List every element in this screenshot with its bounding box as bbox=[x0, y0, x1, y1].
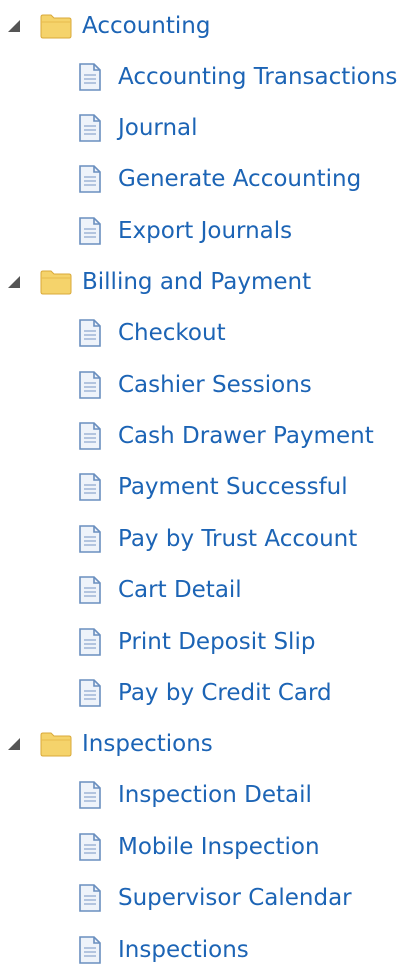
page-icon bbox=[79, 473, 101, 502]
tree-group-inspections: Inspections Inspection Detail Mobile Ins… bbox=[0, 719, 417, 975]
tree-item-label: Payment Successful bbox=[118, 474, 348, 501]
page-icon bbox=[79, 217, 101, 245]
tree-folder-label: Billing and Payment bbox=[82, 269, 312, 296]
tree-item-inspection-detail[interactable]: Inspection Detail bbox=[0, 770, 417, 821]
tree-item-label: Cashier Sessions bbox=[118, 371, 312, 398]
page-icon bbox=[79, 165, 101, 194]
page-icon bbox=[79, 832, 101, 861]
tree-folder-inspections[interactable]: Inspections bbox=[0, 719, 417, 770]
tree-folder-label: Accounting bbox=[82, 12, 211, 39]
page-icon bbox=[79, 370, 101, 399]
tree-item-mobile-inspection[interactable]: Mobile Inspection bbox=[0, 821, 417, 872]
page-icon bbox=[79, 62, 101, 91]
tree-item-print-deposit-slip[interactable]: Print Deposit Slip bbox=[0, 616, 417, 667]
tree-folder-billing-and-payment[interactable]: Billing and Payment bbox=[0, 257, 417, 308]
page-icon bbox=[79, 114, 101, 142]
tree-item-payment-successful[interactable]: Payment Successful bbox=[0, 462, 417, 513]
tree-folder-accounting[interactable]: Accounting bbox=[0, 0, 417, 51]
tree-item-label: Cart Detail bbox=[118, 577, 242, 604]
tree-item-label: Cash Drawer Payment bbox=[118, 423, 374, 450]
tree-item-label: Supervisor Calendar bbox=[118, 885, 352, 912]
tree-item-pay-by-credit-card[interactable]: Pay by Credit Card bbox=[0, 667, 417, 718]
tree-item-label: Inspection Detail bbox=[118, 782, 312, 809]
tree-item-label: Generate Accounting bbox=[118, 166, 362, 193]
tree-item-label: Accounting Transactions bbox=[118, 63, 398, 90]
expanded-triangle-icon[interactable] bbox=[5, 735, 23, 753]
tree-item-label: Inspections bbox=[118, 936, 249, 963]
tree-group-billing-and-payment: Billing and Payment Checkout Cashier Ses… bbox=[0, 257, 417, 719]
page-icon bbox=[79, 781, 101, 810]
page-icon bbox=[79, 576, 101, 605]
tree-item-label: Pay by Credit Card bbox=[118, 679, 332, 706]
tree-item-checkout[interactable]: Checkout bbox=[0, 308, 417, 359]
tree-item-label: Print Deposit Slip bbox=[118, 628, 316, 655]
tree-item-accounting-transactions[interactable]: Accounting Transactions bbox=[0, 51, 417, 102]
page-icon bbox=[79, 422, 101, 450]
tree-group-accounting: Accounting Accounting Transactions Journ… bbox=[0, 0, 417, 257]
folder-icon bbox=[40, 270, 72, 295]
tree-item-label: Pay by Trust Account bbox=[118, 525, 358, 552]
tree-item-inspections[interactable]: Inspections bbox=[0, 924, 417, 975]
folder-icon bbox=[40, 732, 72, 757]
tree-item-label: Export Journals bbox=[118, 217, 293, 244]
navigation-tree: Accounting Accounting Transactions Journ… bbox=[0, 0, 417, 975]
tree-item-export-journals[interactable]: Export Journals bbox=[0, 205, 417, 256]
page-icon bbox=[79, 679, 101, 707]
tree-item-label: Journal bbox=[118, 115, 198, 142]
tree-item-cashier-sessions[interactable]: Cashier Sessions bbox=[0, 359, 417, 410]
page-icon bbox=[79, 525, 101, 553]
tree-item-label: Checkout bbox=[118, 320, 226, 347]
expanded-triangle-icon[interactable] bbox=[5, 273, 23, 291]
tree-folder-label: Inspections bbox=[82, 731, 213, 758]
tree-item-pay-by-trust-account[interactable]: Pay by Trust Account bbox=[0, 513, 417, 564]
page-icon bbox=[79, 319, 101, 348]
expanded-triangle-icon[interactable] bbox=[5, 17, 23, 35]
page-icon bbox=[79, 935, 101, 964]
tree-item-cash-drawer-payment[interactable]: Cash Drawer Payment bbox=[0, 410, 417, 461]
tree-item-generate-accounting[interactable]: Generate Accounting bbox=[0, 154, 417, 205]
tree-item-cart-detail[interactable]: Cart Detail bbox=[0, 565, 417, 616]
tree-item-label: Mobile Inspection bbox=[118, 833, 320, 860]
page-icon bbox=[79, 627, 101, 656]
folder-icon bbox=[40, 14, 72, 38]
tree-item-supervisor-calendar[interactable]: Supervisor Calendar bbox=[0, 872, 417, 923]
tree-item-journal[interactable]: Journal bbox=[0, 102, 417, 153]
page-icon bbox=[79, 884, 101, 912]
